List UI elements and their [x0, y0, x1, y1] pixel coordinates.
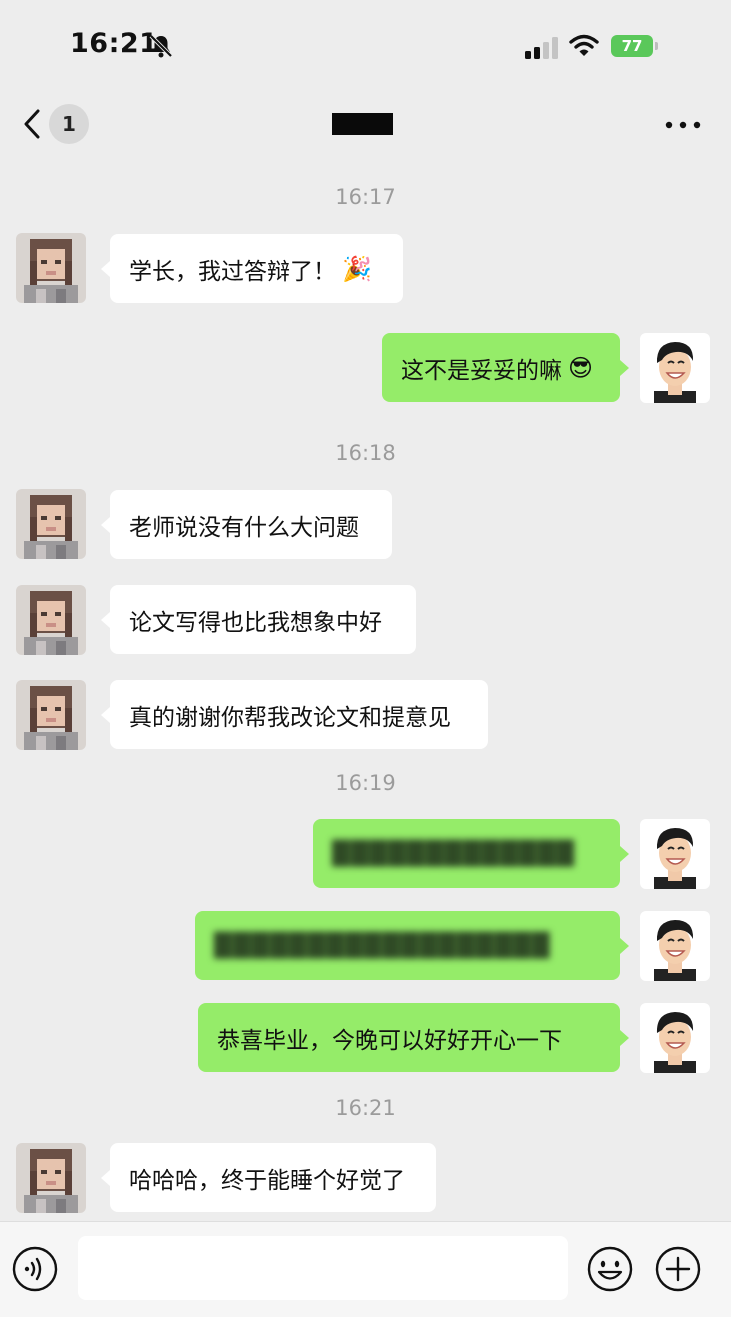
message-text-blurred: █████████████: [332, 840, 575, 867]
message-bubble-incoming[interactable]: 老师说没有什么大问题: [101, 490, 392, 559]
input-bar: [0, 1221, 731, 1317]
message-bubble-incoming[interactable]: 真的谢谢你帮我改论文和提意见: [101, 680, 488, 749]
message-text: 恭喜毕业，今晚可以好好开心一下: [217, 1027, 562, 1054]
signal-icon: [525, 37, 558, 59]
contact-avatar[interactable]: [16, 680, 86, 750]
contact-avatar[interactable]: [16, 1143, 86, 1213]
user-avatar[interactable]: [640, 333, 710, 403]
status-bar: 16:21 77: [0, 0, 731, 90]
message-input[interactable]: [78, 1236, 568, 1300]
timestamp: 16:21: [335, 1096, 396, 1120]
message-bubble-outgoing[interactable]: █████████████: [313, 819, 629, 888]
user-avatar[interactable]: [640, 819, 710, 889]
user-avatar[interactable]: [640, 911, 710, 981]
message-text-blurred: ██████████████████: [214, 932, 551, 959]
timestamp: 16:18: [335, 441, 396, 465]
bell-slash-icon: [149, 34, 173, 58]
message-bubble-outgoing[interactable]: 这不是妥妥的嘛 😎: [382, 333, 629, 402]
voice-icon[interactable]: [12, 1246, 58, 1292]
battery-level: 77: [611, 35, 653, 57]
message-text: 真的谢谢你帮我改论文和提意见: [129, 704, 451, 731]
message-bubble-outgoing[interactable]: 恭喜毕业，今晚可以好好开心一下: [198, 1003, 629, 1072]
message-bubble-incoming[interactable]: 学长，我过答辩了！ 🎉: [101, 234, 403, 303]
message-text: 这不是妥妥的嘛: [401, 357, 562, 384]
message-text: 老师说没有什么大问题: [129, 514, 359, 541]
message-text: 哈哈哈，终于能睡个好觉了: [129, 1167, 405, 1194]
battery-icon: 77: [611, 35, 659, 57]
user-avatar[interactable]: [640, 1003, 710, 1073]
unread-count-badge[interactable]: 1: [49, 104, 89, 144]
contact-avatar[interactable]: [16, 489, 86, 559]
message-bubble-incoming[interactable]: 哈哈哈，终于能睡个好觉了: [101, 1143, 436, 1212]
wifi-icon: [569, 34, 599, 56]
back-chevron-icon[interactable]: [20, 106, 44, 142]
chat-header: 1 ████: [0, 90, 731, 160]
message-text: 学长，我过答辩了！: [129, 258, 336, 285]
message-bubble-incoming[interactable]: 论文写得也比我想象中好: [101, 585, 416, 654]
party-popper-emoji: 🎉: [342, 254, 372, 283]
chat-title: ████: [332, 113, 393, 135]
contact-avatar[interactable]: [16, 233, 86, 303]
emoji-icon[interactable]: [587, 1246, 633, 1292]
status-time: 16:21: [70, 28, 159, 59]
plus-icon[interactable]: [655, 1246, 701, 1292]
contact-avatar[interactable]: [16, 585, 86, 655]
more-icon[interactable]: [664, 120, 702, 130]
timestamp: 16:19: [335, 771, 396, 795]
message-bubble-outgoing[interactable]: ██████████████████: [195, 911, 629, 980]
timestamp: 16:17: [335, 185, 396, 209]
message-text: 论文写得也比我想象中好: [129, 609, 382, 636]
sunglasses-emoji: 😎: [568, 353, 594, 382]
